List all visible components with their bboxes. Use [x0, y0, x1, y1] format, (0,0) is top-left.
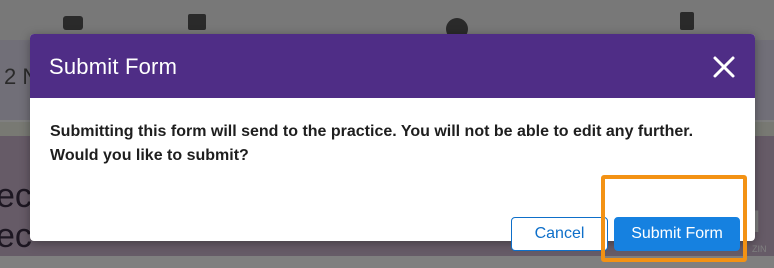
- close-button[interactable]: [710, 53, 738, 81]
- submit-form-button[interactable]: Submit Form: [614, 217, 740, 251]
- close-icon: [713, 56, 735, 78]
- dialog-message-line2: Would you like to submit?: [50, 147, 249, 164]
- dialog-title: Submit Form: [49, 54, 178, 79]
- dialog-message: Submitting this form will send to the pr…: [50, 120, 740, 168]
- dialog-message-line1: Submitting this form will send to the pr…: [50, 123, 694, 140]
- cancel-button[interactable]: Cancel: [511, 217, 608, 251]
- submit-form-dialog: Submit Form Submitting this form will se…: [30, 34, 755, 241]
- dialog-header: Submit Form: [30, 34, 755, 98]
